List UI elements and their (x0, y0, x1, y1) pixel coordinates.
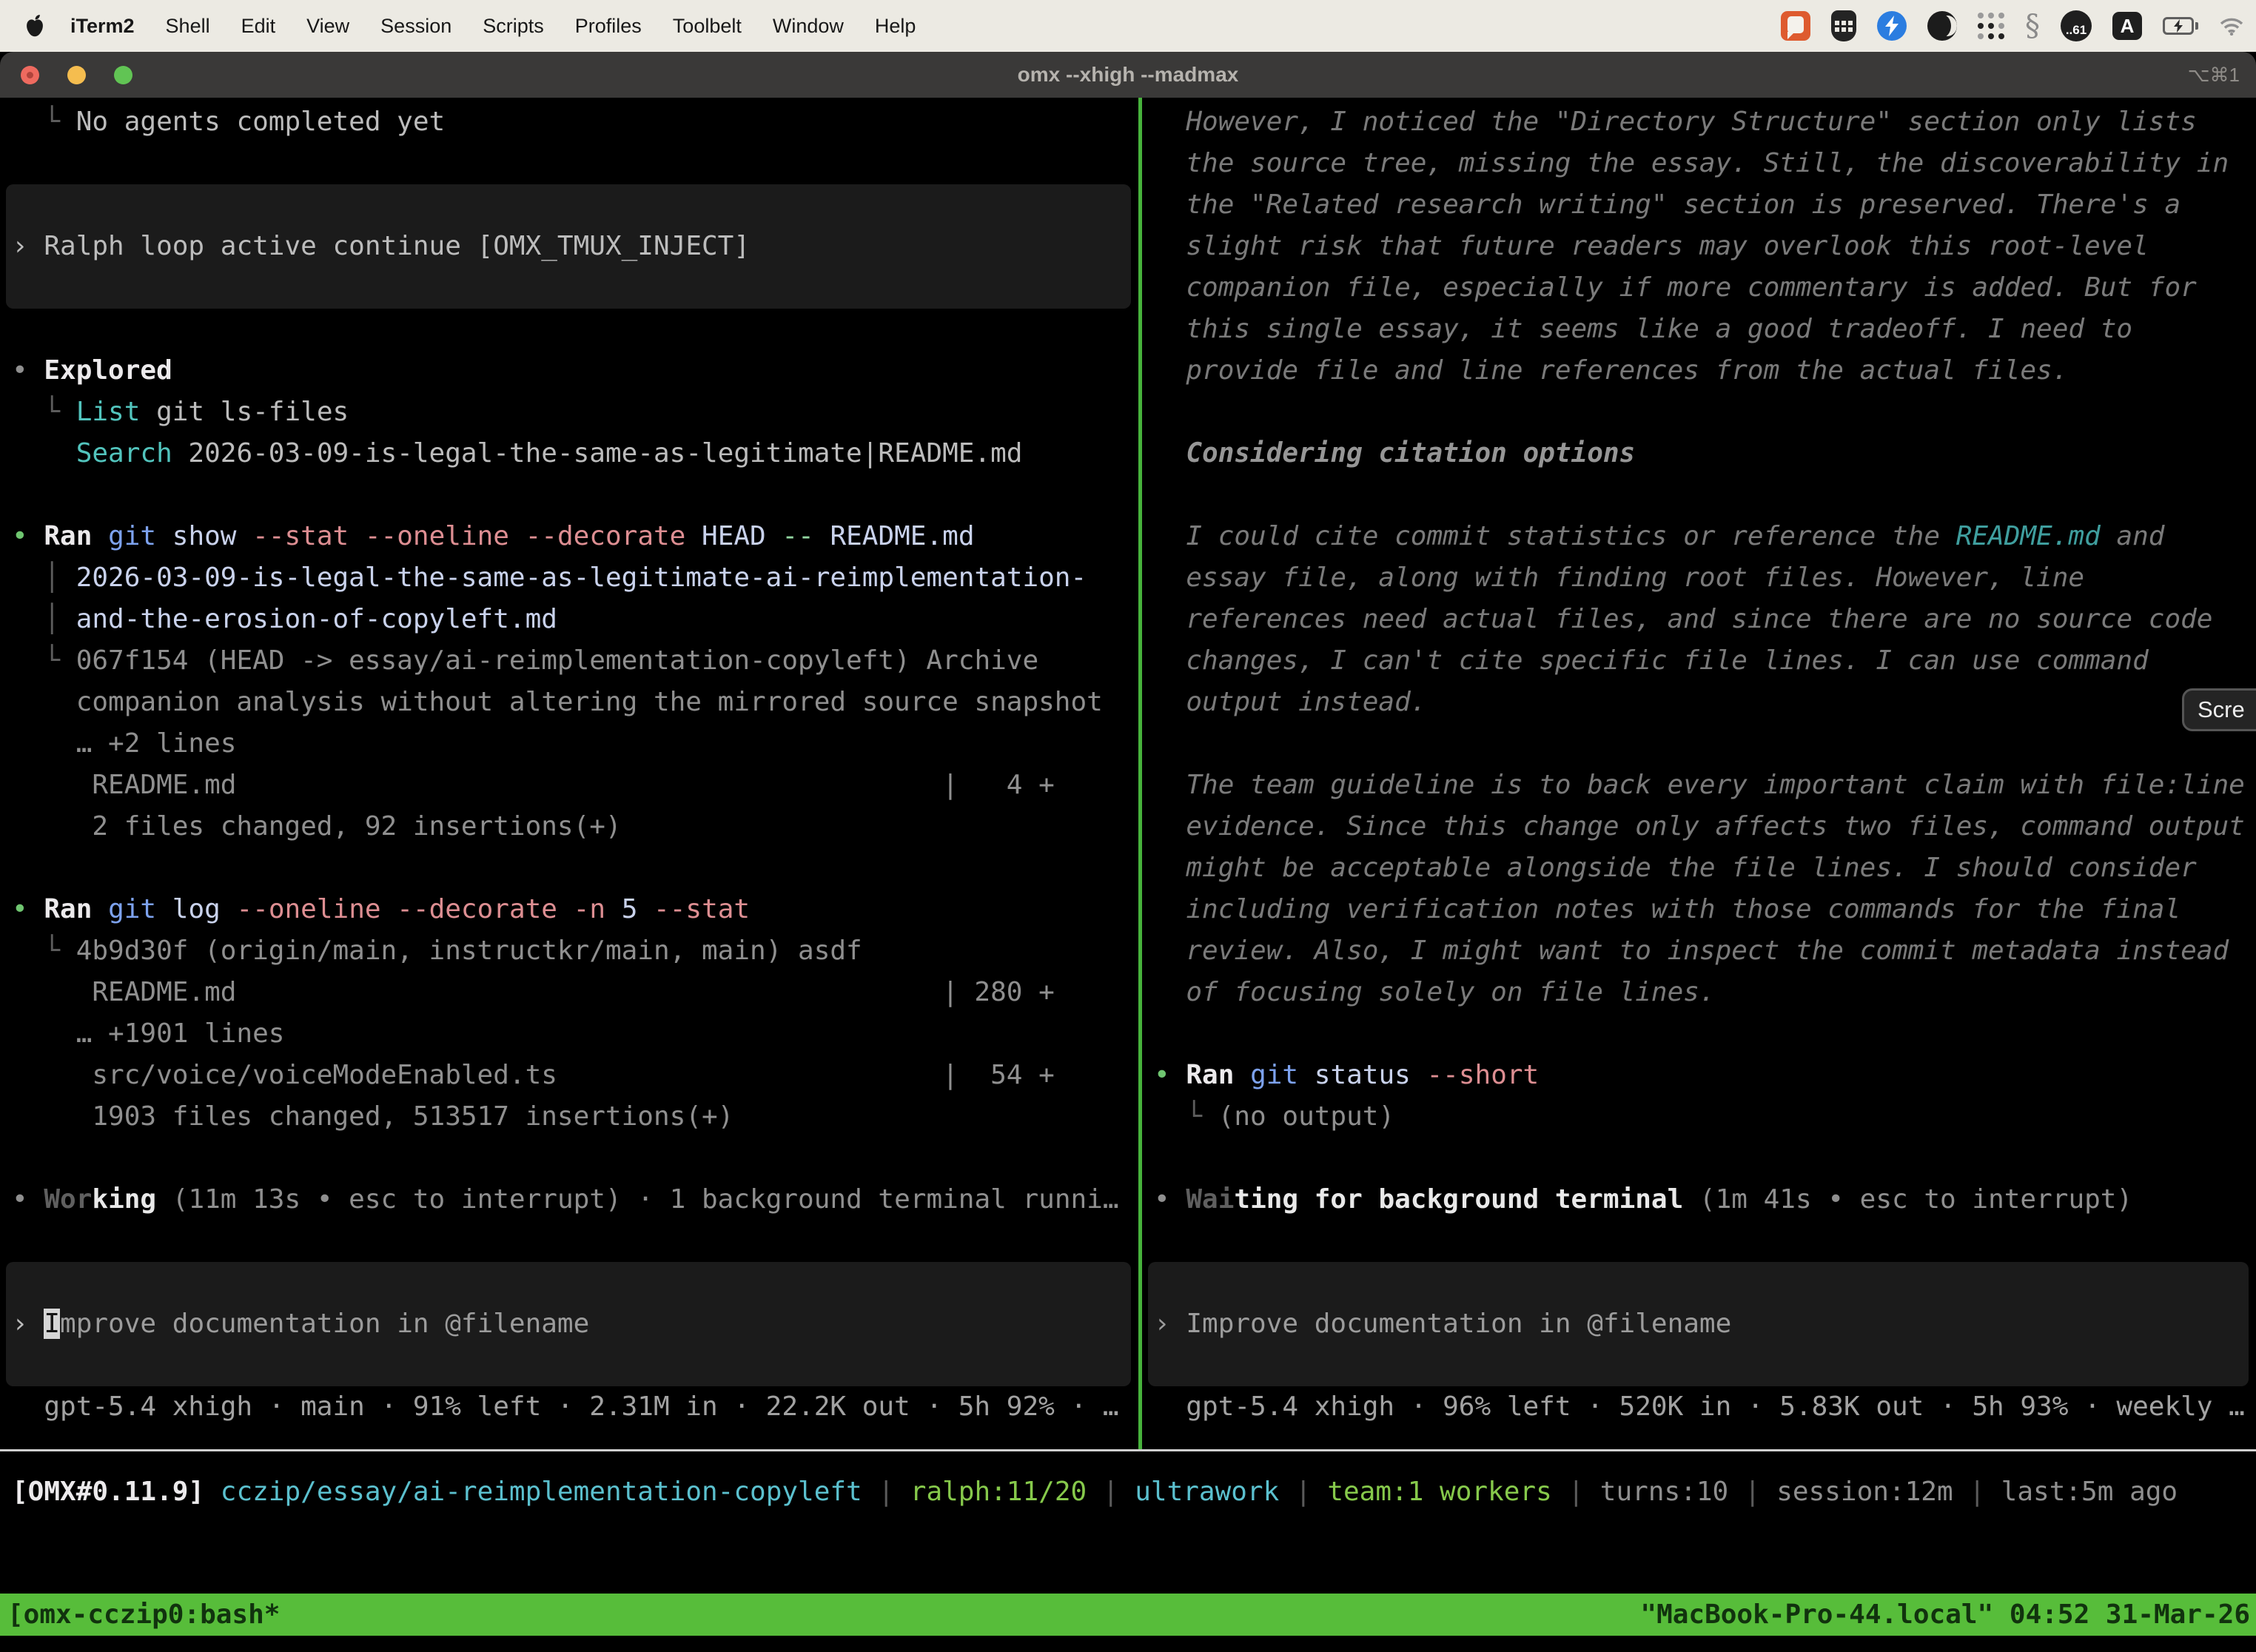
omx-status-line: [OMX#0.11.9] cczip/essay/ai-reimplementa… (0, 1471, 2256, 1513)
close-button[interactable] (21, 66, 39, 84)
omx-status-bar: [OMX#0.11.9] cczip/essay/ai-reimplementa… (0, 1451, 2256, 1594)
dark-crescent-icon[interactable] (1927, 11, 1957, 41)
tmux-host-clock-label: "MacBook-Pro-44.local" 04:52 31-Mar-26 (1640, 1599, 2250, 1630)
dots-grid-icon[interactable] (1978, 13, 2004, 39)
right-session-status-line: gpt-5.4 xhigh · 96% left · 520K in · 5.8… (1142, 1386, 2256, 1428)
minimize-button[interactable] (67, 66, 86, 84)
window-bottom-edge (0, 1636, 2256, 1652)
traffic-lights (21, 52, 161, 98)
zoom-button[interactable] (114, 66, 132, 84)
keyboard-a-icon[interactable]: A (2112, 12, 2142, 40)
tmux-status-bar: [omx-cczip0:bash* "MacBook-Pro-44.local"… (0, 1594, 2256, 1636)
wifi-icon[interactable] (2219, 16, 2244, 36)
screen-capture-popup[interactable]: Scre (2182, 688, 2256, 731)
macos-menu-bar: iTerm2 Shell Edit View Session Scripts P… (0, 0, 2256, 52)
menu-item-scripts[interactable]: Scripts (467, 0, 560, 52)
menu-item-profiles[interactable]: Profiles (560, 0, 657, 52)
tmux-session-label: [omx-cczip0:bash* (7, 1599, 280, 1630)
left-prompt-box[interactable]: › Improve documentation in @filename (6, 1262, 1131, 1386)
menu-item-shell[interactable]: Shell (150, 0, 226, 52)
terminal-content: └ No agents completed yet › Ralph loop a… (0, 98, 2256, 1449)
left-pane-output: • Explored └ List git ls-files Search 20… (0, 309, 1138, 1262)
menu-item-toolbelt[interactable]: Toolbelt (657, 0, 757, 52)
left-prompt-input[interactable]: › Improve documentation in @filename (6, 1303, 1131, 1345)
window-shortcut-hint: ⌥⌘1 (2188, 64, 2240, 87)
meter-61-icon[interactable]: ..61 (2061, 10, 2092, 41)
right-prompt-box[interactable]: › Improve documentation in @filename (1148, 1262, 2249, 1386)
right-terminal-pane[interactable]: However, I noticed the "Directory Struct… (1142, 98, 2256, 1449)
left-session-status-line: gpt-5.4 xhigh · main · 91% left · 2.31M … (0, 1386, 1138, 1428)
menu-item-view[interactable]: View (291, 0, 365, 52)
menu-item-edit[interactable]: Edit (226, 0, 292, 52)
menu-bar-status-icons: § ..61 A (1781, 10, 2244, 41)
shield-grid-icon[interactable] (1831, 10, 1856, 41)
right-prompt-input[interactable]: › Improve documentation in @filename (1148, 1303, 2249, 1345)
menu-item-window[interactable]: Window (757, 0, 859, 52)
window-title: omx --xhigh --madmax (1018, 63, 1239, 87)
inject-message-line: › Ralph loop active continue [OMX_TMUX_I… (6, 226, 1131, 267)
menu-item-help[interactable]: Help (859, 0, 932, 52)
right-pane-output: However, I noticed the "Directory Struct… (1142, 101, 2256, 1262)
menu-item-iterm2[interactable]: iTerm2 (55, 0, 150, 52)
inject-message-box: › Ralph loop active continue [OMX_TMUX_I… (6, 184, 1131, 309)
squiggle-icon[interactable]: § (2025, 11, 2040, 41)
left-pane-top-output: └ No agents completed yet (0, 101, 1138, 184)
battery-icon[interactable] (2163, 17, 2198, 35)
window-title-bar: omx --xhigh --madmax ⌥⌘1 (0, 52, 2256, 98)
blue-badge-icon[interactable] (1877, 11, 1907, 41)
chat-app-icon[interactable] (1781, 11, 1810, 41)
apple-menu-icon[interactable] (25, 15, 44, 37)
left-terminal-pane[interactable]: └ No agents completed yet › Ralph loop a… (0, 98, 1138, 1449)
menu-item-session[interactable]: Session (365, 0, 467, 52)
